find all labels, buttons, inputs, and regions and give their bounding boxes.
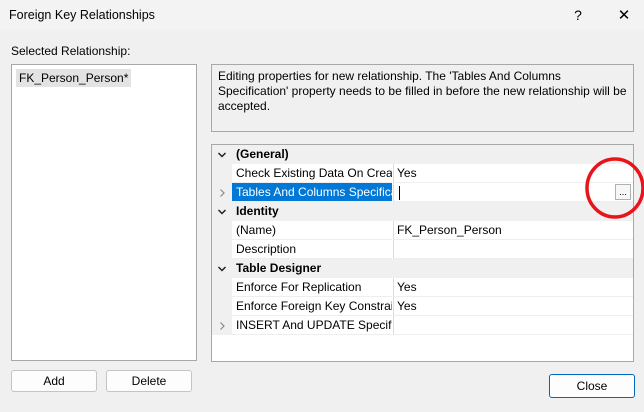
property-name[interactable]: INSERT And UPDATE Specifica bbox=[232, 316, 392, 335]
property-name[interactable]: Enforce Foreign Key Constrain bbox=[232, 297, 392, 316]
description-panel: Editing properties for new relationship.… bbox=[211, 64, 634, 132]
gutter bbox=[212, 164, 232, 183]
title-bar: Foreign Key Relationships ? ✕ bbox=[0, 0, 644, 30]
property-row[interactable]: Enforce For Replication Yes bbox=[212, 278, 633, 297]
window-title: Foreign Key Relationships bbox=[9, 8, 155, 22]
property-row[interactable]: Description bbox=[212, 240, 633, 259]
property-name[interactable]: Tables And Columns Specifica bbox=[232, 183, 392, 202]
property-value[interactable]: Yes bbox=[393, 297, 633, 316]
category-label: Identity bbox=[232, 202, 633, 221]
property-name[interactable]: Description bbox=[232, 240, 392, 259]
gutter bbox=[212, 221, 232, 240]
gutter bbox=[212, 278, 232, 297]
category-row-table-designer[interactable]: Table Designer bbox=[212, 259, 633, 278]
property-row[interactable]: Check Existing Data On Creat Yes bbox=[212, 164, 633, 183]
property-value[interactable] bbox=[393, 240, 633, 259]
category-row-general[interactable]: (General) bbox=[212, 145, 633, 164]
property-grid[interactable]: (General) Check Existing Data On Creat Y… bbox=[211, 144, 634, 362]
property-value-editor[interactable]: ... bbox=[393, 183, 633, 202]
property-name[interactable]: (Name) bbox=[232, 221, 392, 240]
add-button[interactable]: Add bbox=[11, 370, 97, 392]
close-button[interactable]: Close bbox=[549, 374, 635, 398]
relationship-list[interactable]: FK_Person_Person* bbox=[11, 64, 197, 361]
property-name[interactable]: Enforce For Replication bbox=[232, 278, 392, 297]
selected-relationship-label: Selected Relationship: bbox=[11, 44, 131, 58]
property-row[interactable]: Enforce Foreign Key Constrain Yes bbox=[212, 297, 633, 316]
category-row-identity[interactable]: Identity bbox=[212, 202, 633, 221]
chevron-right-icon[interactable] bbox=[212, 183, 232, 202]
chevron-right-icon[interactable] bbox=[212, 316, 232, 335]
property-value[interactable]: FK_Person_Person bbox=[393, 221, 633, 240]
property-row[interactable]: INSERT And UPDATE Specifica bbox=[212, 316, 633, 335]
chevron-down-icon[interactable] bbox=[212, 202, 232, 221]
property-row[interactable]: (Name) FK_Person_Person bbox=[212, 221, 633, 240]
chevron-down-icon[interactable] bbox=[212, 259, 232, 278]
chevron-down-icon[interactable] bbox=[212, 145, 232, 164]
relationship-item[interactable]: FK_Person_Person* bbox=[16, 69, 132, 87]
ellipsis-icon[interactable]: ... bbox=[615, 184, 631, 200]
category-label: (General) bbox=[232, 145, 633, 164]
property-name[interactable]: Check Existing Data On Creat bbox=[232, 164, 392, 183]
delete-button[interactable]: Delete bbox=[106, 370, 192, 392]
property-value[interactable] bbox=[393, 316, 633, 335]
close-window-icon[interactable]: ✕ bbox=[604, 0, 644, 30]
property-value[interactable]: Yes bbox=[393, 278, 633, 297]
property-value[interactable]: Yes bbox=[393, 164, 633, 183]
gutter bbox=[212, 240, 232, 259]
category-label: Table Designer bbox=[232, 259, 633, 278]
help-button[interactable]: ? bbox=[558, 0, 598, 30]
property-row-tables-and-columns[interactable]: Tables And Columns Specifica ... bbox=[212, 183, 633, 202]
gutter bbox=[212, 297, 232, 316]
text-caret bbox=[399, 185, 400, 200]
